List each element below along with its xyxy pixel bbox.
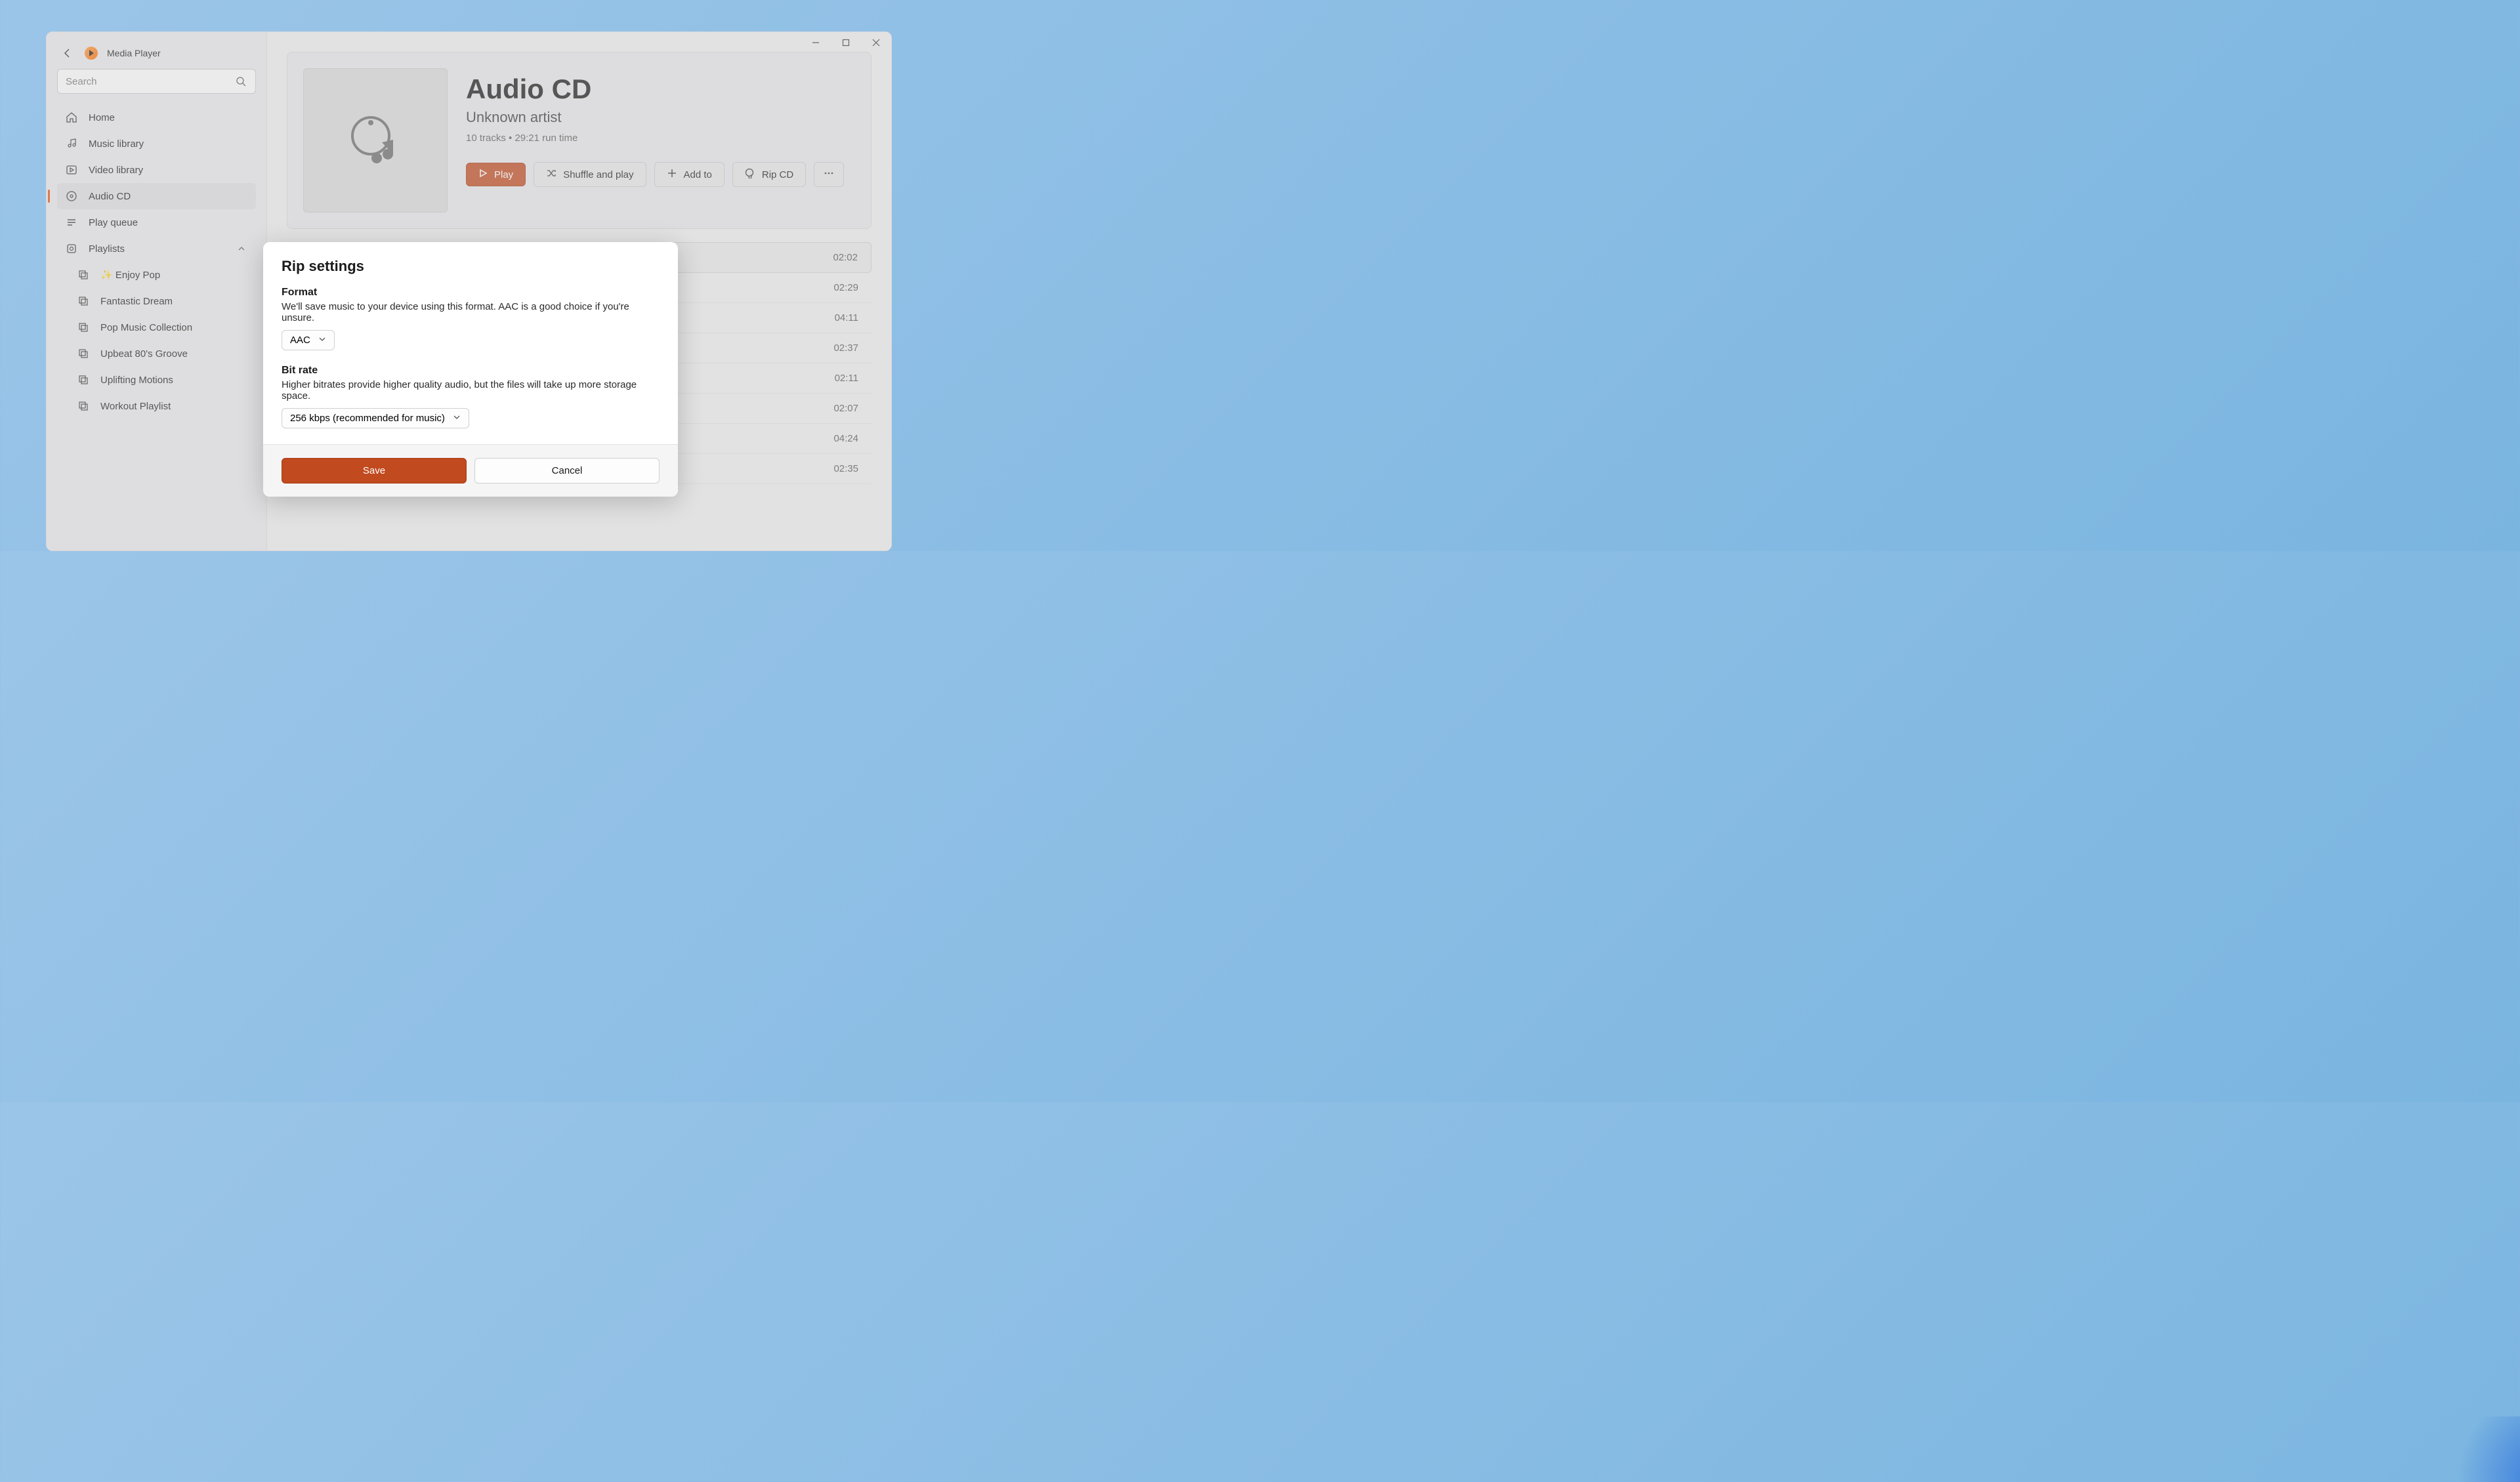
select-value: AAC [290, 335, 310, 346]
chevron-down-icon [453, 413, 461, 424]
shuffle-button[interactable]: Shuffle and play [534, 162, 646, 187]
play-icon [478, 169, 488, 180]
bitrate-select[interactable]: 256 kbps (recommended for music) [282, 408, 469, 428]
track-duration: 04:11 [835, 312, 858, 323]
playlist-label: ✨ Enjoy Pop [100, 269, 160, 281]
app-header: Media Player [57, 40, 256, 69]
video-icon [65, 163, 78, 176]
hero-title: Audio CD [466, 73, 855, 105]
chevron-down-icon [318, 335, 326, 346]
save-button[interactable]: Save [282, 458, 467, 484]
rip-settings-dialog: Rip settings Format We'll save music to … [263, 242, 678, 497]
playlist-item[interactable]: ✨ Enjoy Pop [57, 262, 256, 288]
btn-label: Shuffle and play [563, 169, 633, 180]
track-duration: 02:37 [833, 342, 858, 354]
app-icon [85, 47, 98, 60]
playlist-icon [77, 268, 90, 281]
playlists-icon [65, 242, 78, 255]
nav-label: Play queue [89, 217, 138, 228]
nav-label: Music library [89, 138, 144, 150]
playlist-label: Upbeat 80's Groove [100, 348, 188, 360]
maximize-button[interactable] [831, 32, 861, 53]
nav-play-queue[interactable]: Play queue [57, 209, 256, 236]
playlist-item[interactable]: Workout Playlist [57, 393, 256, 419]
hero-actions: Play Shuffle and play Add to Rip CD [466, 162, 855, 187]
playlist-item[interactable]: Uplifting Motions [57, 367, 256, 393]
track-duration: 02:29 [833, 282, 858, 293]
hero-meta: 10 tracks • 29:21 run time [466, 133, 855, 144]
playlist-label: Uplifting Motions [100, 375, 173, 386]
format-desc: We'll save music to your device using th… [282, 301, 660, 323]
playlist-label: Fantastic Dream [100, 296, 173, 307]
playlist-label: Pop Music Collection [100, 322, 192, 333]
music-icon [65, 137, 78, 150]
playlist-icon [77, 321, 90, 334]
hero-info: Audio CD Unknown artist 10 tracks • 29:2… [466, 68, 855, 213]
nav-home[interactable]: Home [57, 104, 256, 131]
dialog-footer: Save Cancel [263, 444, 678, 497]
bitrate-label: Bit rate [282, 365, 660, 377]
more-button[interactable] [814, 162, 844, 187]
minimize-button[interactable] [801, 32, 831, 53]
playlist-icon [77, 373, 90, 386]
track-duration: 02:35 [833, 463, 858, 474]
nav-label: Video library [89, 165, 143, 176]
add-to-button[interactable]: Add to [654, 162, 724, 187]
album-art [303, 68, 448, 213]
btn-label: Rip CD [762, 169, 793, 180]
playlist-item[interactable]: Pop Music Collection [57, 314, 256, 340]
hero-card: Audio CD Unknown artist 10 tracks • 29:2… [287, 52, 872, 229]
rip-icon [745, 168, 755, 181]
playlist-label: Workout Playlist [100, 401, 171, 412]
btn-label: Add to [684, 169, 712, 180]
track-duration: 02:02 [833, 252, 858, 263]
nav-music-library[interactable]: Music library [57, 131, 256, 157]
play-button[interactable]: Play [466, 163, 526, 186]
chevron-up-icon [235, 242, 248, 255]
track-duration: 04:24 [833, 433, 858, 444]
back-button[interactable] [60, 45, 75, 61]
dialog-body: Rip settings Format We'll save music to … [263, 242, 678, 444]
titlebar [801, 32, 891, 53]
home-icon [65, 111, 78, 124]
close-button[interactable] [861, 32, 891, 53]
playlist-icon [77, 400, 90, 413]
app-title: Media Player [107, 48, 161, 58]
search-icon [234, 75, 247, 88]
track-duration: 02:07 [833, 403, 858, 414]
playlist-icon [77, 347, 90, 360]
disc-music-icon [346, 111, 405, 170]
nav-playlists[interactable]: Playlists [57, 236, 256, 262]
rip-cd-button[interactable]: Rip CD [732, 162, 806, 187]
queue-icon [65, 216, 78, 229]
nav-video-library[interactable]: Video library [57, 157, 256, 183]
sidebar: Media Player Home Music library Video li… [47, 32, 267, 550]
cancel-button[interactable]: Cancel [474, 458, 660, 484]
more-icon [824, 168, 834, 181]
hero-artist: Unknown artist [466, 109, 855, 126]
plus-icon [667, 168, 677, 181]
desktop-accent [2428, 1416, 2520, 1482]
playlist-item[interactable]: Upbeat 80's Groove [57, 340, 256, 367]
nav-label: Playlists [89, 243, 125, 255]
select-value: 256 kbps (recommended for music) [290, 413, 445, 424]
nav-label: Home [89, 112, 115, 123]
bitrate-desc: Higher bitrates provide higher quality a… [282, 379, 660, 401]
dialog-title: Rip settings [282, 258, 660, 275]
format-select[interactable]: AAC [282, 330, 335, 350]
track-duration: 02:11 [835, 373, 858, 384]
search-input[interactable] [66, 76, 234, 87]
btn-label: Play [494, 169, 513, 180]
playlist-icon [77, 295, 90, 308]
playlist-item[interactable]: Fantastic Dream [57, 288, 256, 314]
disc-icon [65, 190, 78, 203]
nav-audio-cd[interactable]: Audio CD [57, 183, 256, 209]
shuffle-icon [546, 168, 556, 181]
nav-label: Audio CD [89, 191, 131, 202]
search-box[interactable] [57, 69, 256, 94]
format-label: Format [282, 287, 660, 298]
app-window: Media Player Home Music library Video li… [46, 31, 892, 551]
